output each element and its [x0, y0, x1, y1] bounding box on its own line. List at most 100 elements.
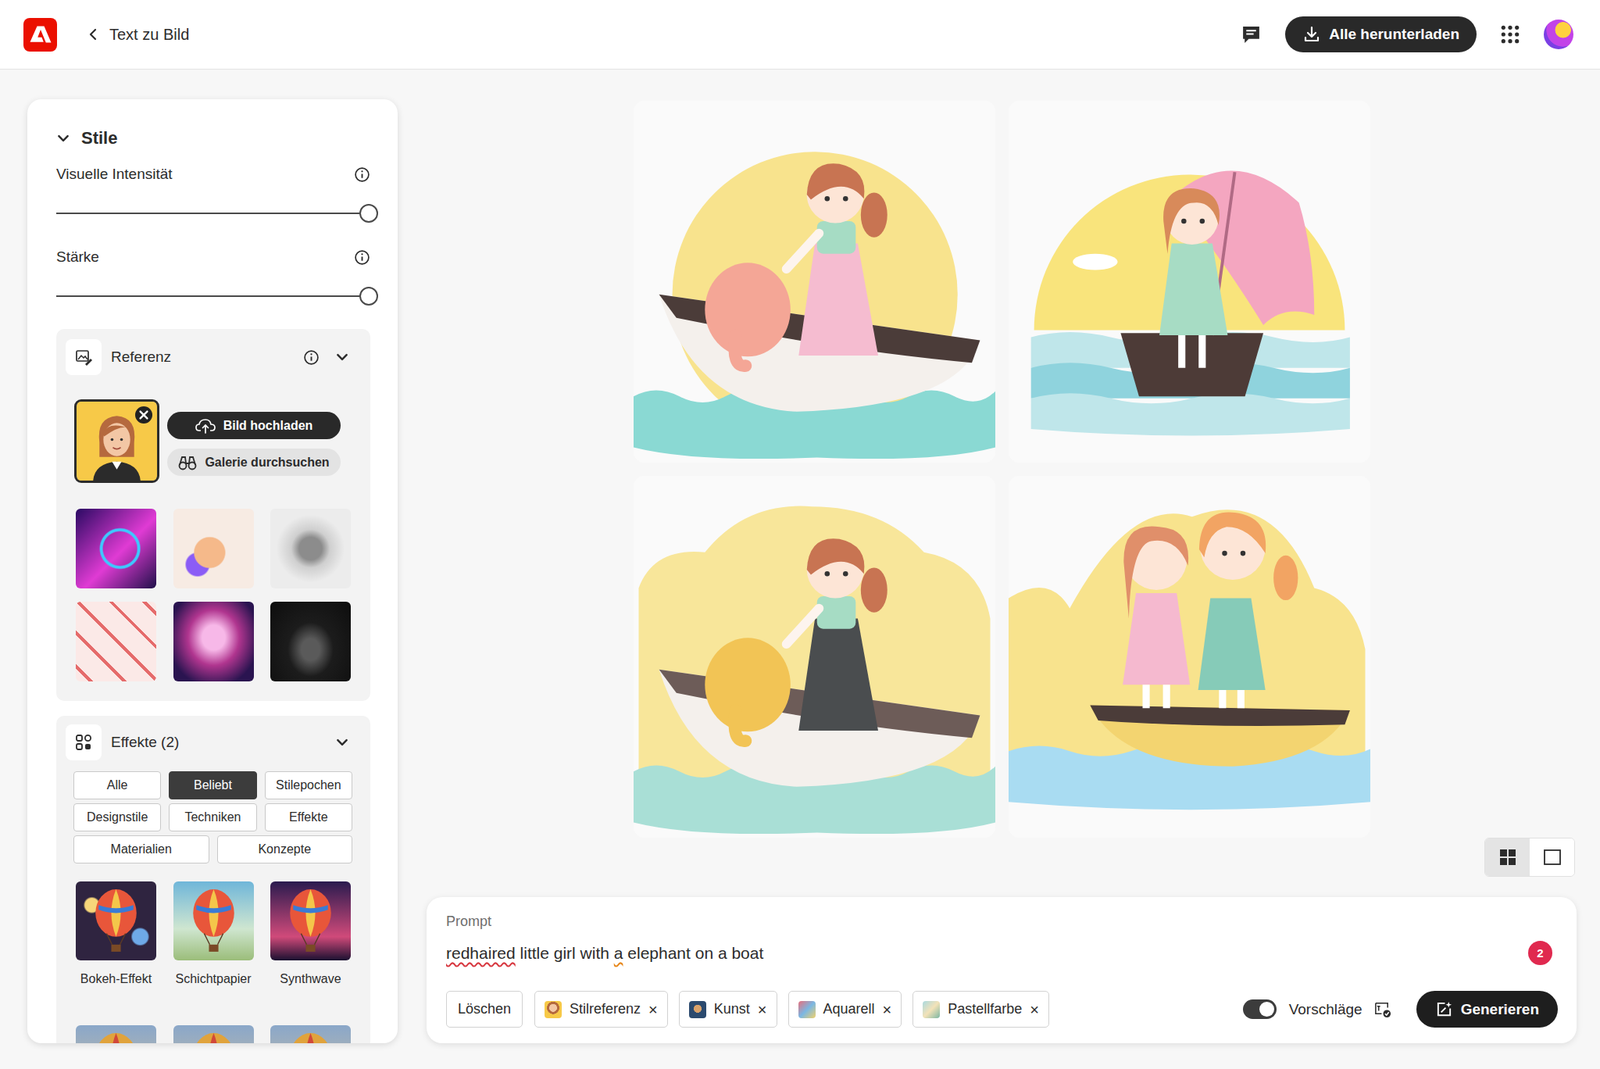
info-icon[interactable] [303, 349, 320, 366]
balloon-picture [270, 1025, 351, 1043]
apps-grid-icon[interactable] [1500, 24, 1521, 45]
effect-item[interactable]: Bokeh-Effekt [75, 881, 157, 986]
chip-remove-button[interactable]: × [882, 1001, 893, 1018]
effects-section: Effekte (2) AlleBeliebtStilepochen Designs… [56, 715, 371, 1043]
result-image[interactable] [633, 475, 996, 838]
back-arrow-icon[interactable] [85, 26, 102, 43]
prompt-panel: Promptredhaired little girl with a eleph… [426, 896, 1577, 1043]
remove-reference-button[interactable] [135, 406, 153, 424]
info-icon[interactable] [353, 166, 371, 183]
style-chip[interactable]: Kunst × [678, 990, 778, 1028]
gallery-thumbnail[interactable] [270, 601, 351, 682]
issues-badge[interactable]: 2 [1528, 940, 1553, 965]
effect-thumbnail [173, 881, 254, 961]
cloud-upload-icon [195, 417, 216, 434]
effect-filters: AlleBeliebtStilepochen DesignstileTechnik… [73, 771, 353, 864]
balloon-picture [270, 881, 351, 961]
filter-button[interactable]: Designstile [73, 803, 161, 832]
reference-title: Referenz [110, 348, 172, 366]
gallery-thumbnail[interactable] [75, 601, 157, 682]
single-view-button[interactable] [1529, 838, 1575, 876]
results-area: Promptredhaired little girl with a eleph… [397, 69, 1600, 1069]
slider-fill [56, 212, 361, 215]
gallery-thumbnail[interactable] [173, 601, 254, 682]
slider-fill [56, 295, 361, 297]
effect-item[interactable]: Synthwave [270, 881, 351, 986]
girl-umbrella-boat-picture [1008, 100, 1371, 463]
thumbnail-picture [173, 601, 254, 682]
filter-button[interactable]: Alle [73, 771, 161, 800]
feedback-chat-icon[interactable] [1240, 24, 1262, 46]
effects-title: Effekte (2) [110, 733, 179, 751]
thumbnail-picture [270, 508, 351, 589]
effect-item[interactable] [270, 1025, 351, 1043]
style-chip[interactable]: Aquarell× [788, 990, 903, 1028]
adobe-logo-icon[interactable] [23, 17, 58, 52]
gallery-thumbnail[interactable] [75, 508, 157, 589]
chip-label: Stilreferenz [569, 1000, 641, 1018]
filter-button[interactable]: Materialien [73, 835, 210, 864]
chip-remove-button[interactable]: × [1029, 1001, 1040, 1018]
user-avatar-icon[interactable] [1543, 19, 1574, 50]
effect-item[interactable] [173, 1025, 254, 1043]
slider-setting: Stärke [56, 247, 371, 306]
effect-item[interactable] [75, 1025, 157, 1043]
thumbnail-picture [75, 601, 157, 682]
balloon-picture [173, 881, 254, 961]
slider[interactable] [56, 286, 371, 306]
effect-item[interactable]: Schichtpapier [173, 881, 254, 986]
prompt-text: little girl with [515, 943, 615, 962]
chip-label: Pastellfarbe [947, 1000, 1022, 1018]
slider-track [56, 212, 361, 215]
top-bar: Text zu BildAlle herunterladen [0, 0, 1600, 70]
filter-button[interactable]: Effekte [264, 803, 353, 832]
style-chip[interactable]: Stilreferenz × [534, 990, 668, 1028]
filter-button[interactable]: Beliebt [168, 771, 257, 800]
upload-image-button[interactable]: Bild hochladen [167, 411, 341, 440]
slider[interactable] [56, 203, 371, 223]
reference-header[interactable]: Referenz [56, 328, 371, 375]
slider-label: Visuelle Intensität [56, 165, 173, 183]
girl-elephant-boat-picture [633, 100, 996, 463]
suggestions-settings-icon[interactable] [1373, 1000, 1392, 1018]
styles-header[interactable]: Stile [56, 127, 371, 150]
chevron-down-icon[interactable] [335, 735, 350, 750]
filter-button[interactable]: Stilepochen [264, 771, 353, 800]
slider-knob[interactable] [359, 286, 379, 306]
chip-remove-button[interactable]: × [757, 1001, 768, 1018]
generate-icon [1435, 1000, 1454, 1018]
effects-header[interactable]: Effekte (2) [56, 715, 371, 761]
thumbnail-picture [75, 508, 157, 589]
reference-section: Referenz Bild hochladen Galerie durchsuche… [56, 328, 371, 701]
grid-view-button[interactable] [1485, 838, 1530, 876]
result-image[interactable] [1008, 475, 1371, 838]
effect-thumbnail [270, 881, 351, 961]
gallery-thumbnail[interactable] [173, 508, 254, 589]
effects-list: Bokeh-Effekt Schichtpapier Synthwave [73, 881, 353, 1043]
chip-label: Kunst [714, 1000, 750, 1018]
firefly-app: Text zu BildAlle herunterladen Stile Visue… [0, 0, 1600, 1069]
grid-view-icon [1498, 847, 1518, 867]
slider-knob[interactable] [359, 203, 379, 223]
prompt-input[interactable]: redhaired little girl with a elephant on… [446, 943, 764, 963]
browse-gallery-button[interactable]: Galerie durchsuchen [167, 448, 341, 476]
filter-button[interactable]: Techniken [168, 803, 257, 832]
filter-button[interactable]: Konzepte [217, 835, 354, 864]
suggestions-switch[interactable] [1242, 999, 1277, 1019]
result-image[interactable] [633, 100, 996, 463]
slider-label: Stärke [56, 248, 100, 266]
style-chip[interactable]: Pastellfarbe × [912, 990, 1050, 1028]
effect-thumbnail [75, 1025, 157, 1043]
clear-button[interactable]: Löschen [446, 990, 523, 1028]
reference-image[interactable] [74, 399, 160, 483]
two-girls-boat-picture [1008, 475, 1371, 838]
chevron-down-icon[interactable] [335, 350, 350, 365]
chip-remove-button[interactable]: × [648, 1001, 658, 1018]
effect-thumbnail [75, 881, 157, 961]
generate-button[interactable]: Generieren [1416, 990, 1558, 1028]
effect-label: Schichtpapier [175, 971, 252, 986]
result-image[interactable] [1008, 100, 1371, 463]
download-all-button[interactable]: Alle herunterladen [1285, 16, 1477, 53]
info-icon[interactable] [353, 249, 371, 266]
gallery-thumbnail[interactable] [270, 508, 351, 589]
